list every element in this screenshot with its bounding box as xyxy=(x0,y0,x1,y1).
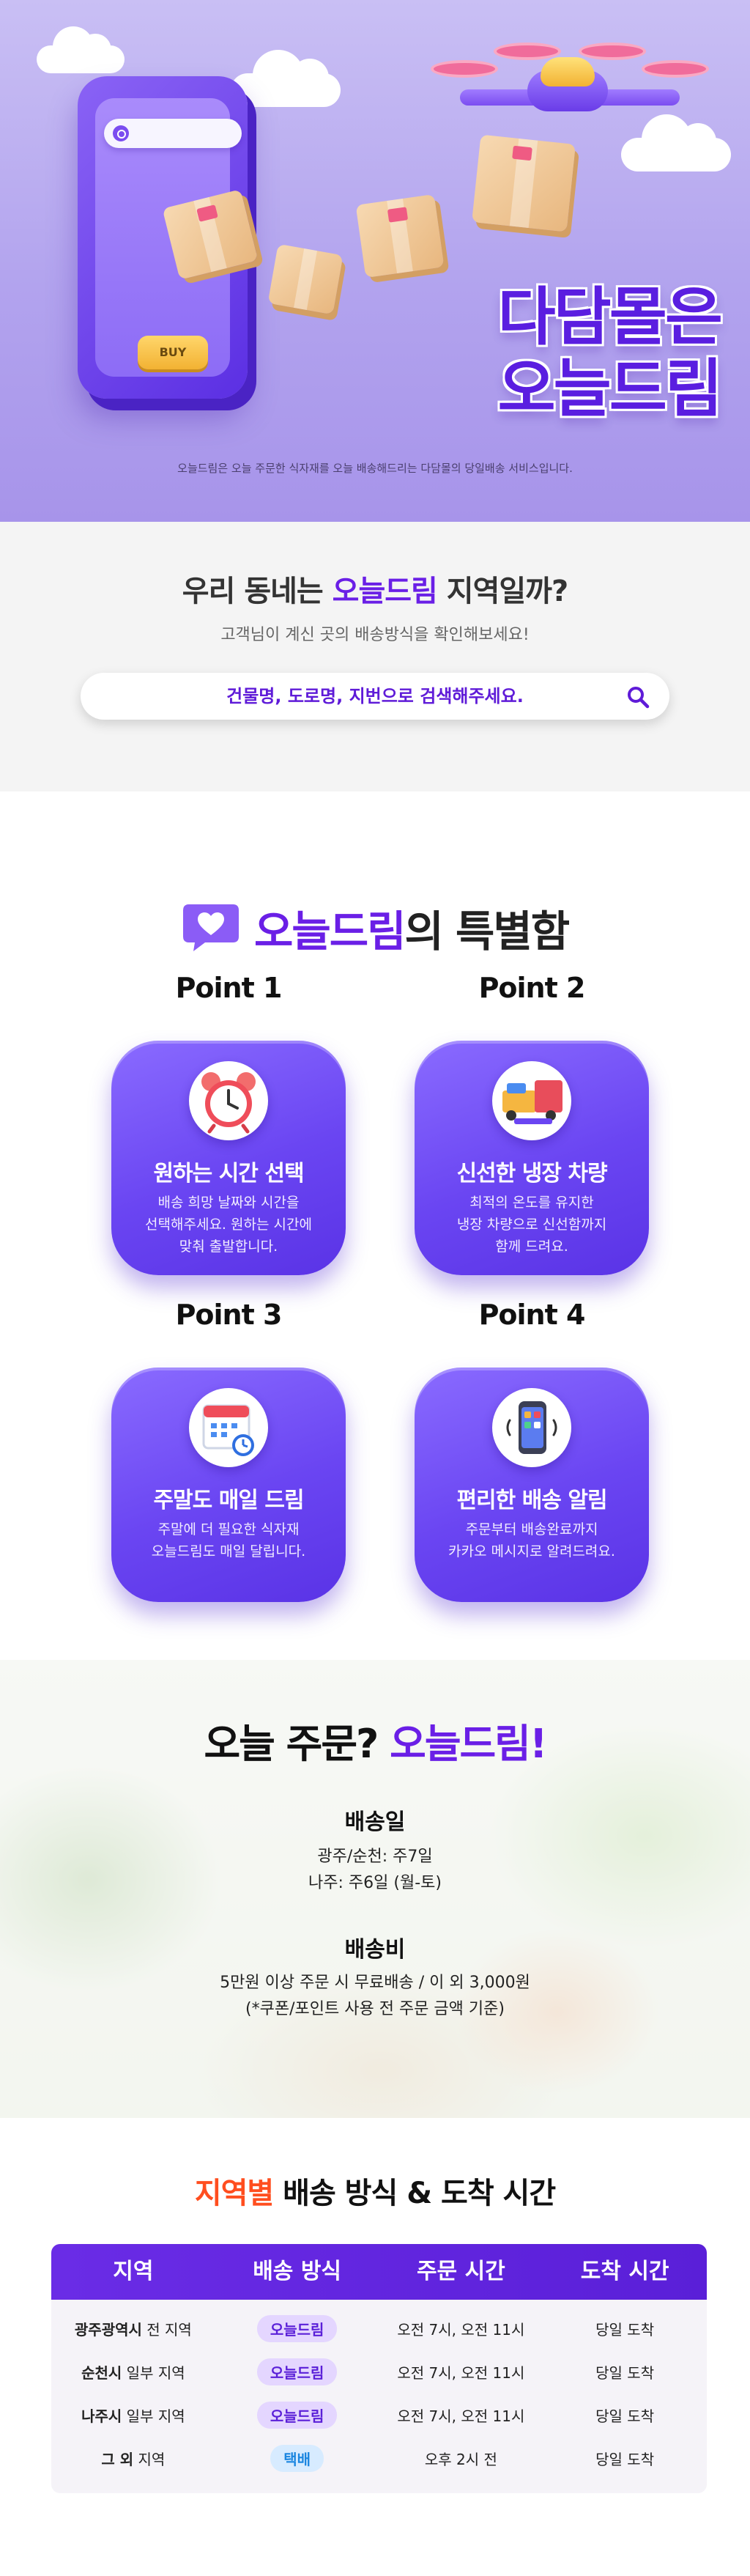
search-title-suffix: 지역일까? xyxy=(437,575,568,608)
phone-search-bar xyxy=(104,119,242,148)
delivery-fee-line2: (*쿠폰/포인트 사용 전 주문 금액 기준) xyxy=(245,2000,505,2018)
order-title: 오늘 주문? 오늘드림! xyxy=(0,1711,750,1769)
cell-order-time: 오전 7시, 오전 11시 xyxy=(397,2407,525,2425)
cell-arrival: 당일 도착 xyxy=(595,2451,655,2468)
smartphone-icon xyxy=(492,1388,571,1467)
cell-region: 순천시 일부 지역 xyxy=(81,2364,185,2382)
cloud-decoration xyxy=(37,26,125,73)
table-header: 지역 배송 방식 주문 시간 도착 시간 xyxy=(51,2244,707,2300)
table-row: 그 외 지역 택배 오후 2시 전 당일 도착 xyxy=(51,2437,707,2480)
box-tape xyxy=(387,207,409,223)
search-title: 우리 동네는 오늘드림 지역일까? xyxy=(0,567,750,610)
cell-method: 오늘드림 xyxy=(215,2358,379,2385)
buy-button-illustration: BUY xyxy=(138,336,208,369)
point-1-desc: 배송 희망 날짜와 시간을 선택해주세요. 원하는 시간에 맞춰 출발합니다. xyxy=(145,1195,312,1255)
point-1-title: 원하는 시간 선택 xyxy=(153,1161,304,1186)
header-arrival: 도착 시간 xyxy=(580,2259,669,2284)
search-icon[interactable] xyxy=(625,684,650,709)
delivery-info-section: 오늘 주문? 오늘드림! 배송일 광주/순천: 주7일 나주: 주6일 (월-토… xyxy=(0,1660,750,2118)
method-badge: 오늘드림 xyxy=(256,2358,338,2385)
table-row: 광주광역시 전 지역 오늘드림 오전 7시, 오전 11시 당일 도착 xyxy=(51,2307,707,2350)
header-method: 배송 방식 xyxy=(253,2259,342,2284)
special-header: 오늘드림의 특별함 xyxy=(0,897,750,959)
special-title: 오늘드림의 특별함 xyxy=(254,897,570,959)
hero-title-line2: 오늘드림 xyxy=(497,353,723,426)
order-title-prefix: 오늘 주문? xyxy=(204,1721,390,1767)
delivery-day-line1: 광주/순천: 주7일 xyxy=(317,1848,433,1866)
search-placeholder[interactable]: 건물명, 도로명, 지번으로 검색해주세요. xyxy=(81,673,669,720)
table-row: 나주시 일부 지역 오늘드림 오전 7시, 오전 11시 당일 도착 xyxy=(51,2394,707,2437)
region-search-section: 우리 동네는 오늘드림 지역일까? 고객님이 계신 곳의 배송방식을 확인해보세… xyxy=(0,522,750,791)
cell-order-time: 오전 7시, 오전 11시 xyxy=(397,2321,525,2339)
header-region: 지역 xyxy=(113,2259,154,2284)
point-3-desc: 주말에 더 필요한 식자재 오늘드림도 매일 달립니다. xyxy=(151,1521,306,1560)
hero-title-line1: 다담몰은 xyxy=(497,281,723,354)
point-2-desc: 최적의 온도를 유지한 냉장 차량으로 신선함까지 함께 드려요. xyxy=(456,1195,607,1255)
cell-arrival: 당일 도착 xyxy=(595,2407,655,2425)
delivery-fee-label: 배송비 xyxy=(344,1937,406,1963)
delivery-day-label: 배송일 xyxy=(344,1809,406,1835)
point-4-desc: 주문부터 배송완료까지 카카오 메시지로 알려드려요. xyxy=(448,1521,615,1560)
cell-method: 오늘드림 xyxy=(215,2315,379,2342)
table-body: 광주광역시 전 지역 오늘드림 오전 7시, 오전 11시 당일 도착 순천시 … xyxy=(51,2300,707,2493)
point-2-label: Point 2 xyxy=(478,972,586,1004)
special-title-highlight: 오늘드림 xyxy=(254,907,406,956)
address-search-input[interactable]: 건물명, 도로명, 지번으로 검색해주세요. xyxy=(81,673,669,720)
refrigerated-truck-icon xyxy=(492,1061,571,1140)
search-title-highlight: 오늘드림 xyxy=(332,575,438,608)
delivery-drone-icon xyxy=(431,38,709,148)
box-tape xyxy=(512,145,532,161)
table-row: 순천시 일부 지역 오늘드림 오전 7시, 오전 11시 당일 도착 xyxy=(51,2350,707,2394)
hero-title: 다담몰은 오늘드림 xyxy=(497,281,723,426)
cell-region: 나주시 일부 지역 xyxy=(81,2407,185,2425)
heart-bubble-icon xyxy=(182,904,239,951)
search-title-prefix: 우리 동네는 xyxy=(182,575,333,608)
point-4-title: 편리한 배송 알림 xyxy=(456,1488,607,1513)
delivery-fee-line1: 5만원 이상 주문 시 무료배송 / 이 외 3,000원 xyxy=(220,1974,530,1992)
search-subtitle: 고객님이 계신 곳의 배송방식을 확인해보세요! xyxy=(220,626,530,644)
cell-order-time: 오전 7시, 오전 11시 xyxy=(397,2364,525,2382)
search-icon xyxy=(113,125,129,141)
cell-arrival: 당일 도착 xyxy=(595,2364,655,2382)
point-3-title: 주말도 매일 드림 xyxy=(153,1488,304,1513)
cell-region: 그 외 지역 xyxy=(101,2451,166,2468)
special-title-suffix: 의 특별함 xyxy=(404,907,570,956)
region-title: 지역별 배송 방식 & 도착 시간 xyxy=(0,2169,750,2212)
method-badge: 택배 xyxy=(270,2445,324,2472)
point-2-title: 신선한 냉장 차량 xyxy=(456,1161,607,1186)
method-badge: 오늘드림 xyxy=(256,2402,338,2429)
point-4-label: Point 4 xyxy=(478,1299,586,1331)
parcel-box-icon xyxy=(267,243,344,315)
region-title-highlight: 지역별 xyxy=(194,2177,274,2210)
alarm-clock-icon xyxy=(189,1061,268,1140)
cell-region: 광주광역시 전 지역 xyxy=(74,2321,192,2339)
order-title-highlight: 오늘드림! xyxy=(390,1721,547,1767)
hero-description: 오늘드림은 오늘 주문한 식자재를 오늘 배송해드리는 다담몰의 당일배송 서비… xyxy=(177,462,573,475)
cell-method: 오늘드림 xyxy=(215,2402,379,2429)
cell-order-time: 오후 2시 전 xyxy=(424,2451,497,2468)
parcel-box-icon xyxy=(355,193,445,278)
cell-arrival: 당일 도착 xyxy=(595,2321,655,2339)
hero-banner: BUY 다담몰은 오늘드림 오늘드림은 오늘 주문한 식자재를 오늘 배송해드리… xyxy=(0,0,750,522)
point-3-card: 주말도 매일 드림 주말에 더 필요한 식자재 오늘드림도 매일 달립니다. xyxy=(111,1368,346,1602)
point-1-label: Point 1 xyxy=(175,972,283,1004)
point-2-card: 신선한 냉장 차량 최적의 온도를 유지한 냉장 차량으로 신선함까지 함께 드… xyxy=(415,1041,649,1275)
method-badge: 오늘드림 xyxy=(256,2315,338,2342)
point-4-card: 편리한 배송 알림 주문부터 배송완료까지 카카오 메시지로 알려드려요. xyxy=(415,1368,649,1602)
point-1-card: 원하는 시간 선택 배송 희망 날짜와 시간을 선택해주세요. 원하는 시간에 … xyxy=(111,1041,346,1275)
point-3-label: Point 3 xyxy=(175,1299,283,1331)
calendar-icon xyxy=(189,1388,268,1467)
header-order-time: 주문 시간 xyxy=(416,2259,505,2284)
region-title-suffix: 배송 방식 & 도착 시간 xyxy=(273,2177,556,2210)
cell-method: 택배 xyxy=(215,2445,379,2472)
region-delivery-section: 지역별 배송 방식 & 도착 시간 지역 배송 방식 주문 시간 도착 시간 광… xyxy=(0,2118,750,2576)
special-features-section: 오늘드림의 특별함 Point 1 원하는 시간 선택 배송 희망 날짜와 시간… xyxy=(0,791,750,1660)
region-delivery-table: 지역 배송 방식 주문 시간 도착 시간 광주광역시 전 지역 오늘드림 오전 … xyxy=(51,2244,707,2493)
delivery-day-line2: 나주: 주6일 (월-토) xyxy=(308,1874,442,1892)
